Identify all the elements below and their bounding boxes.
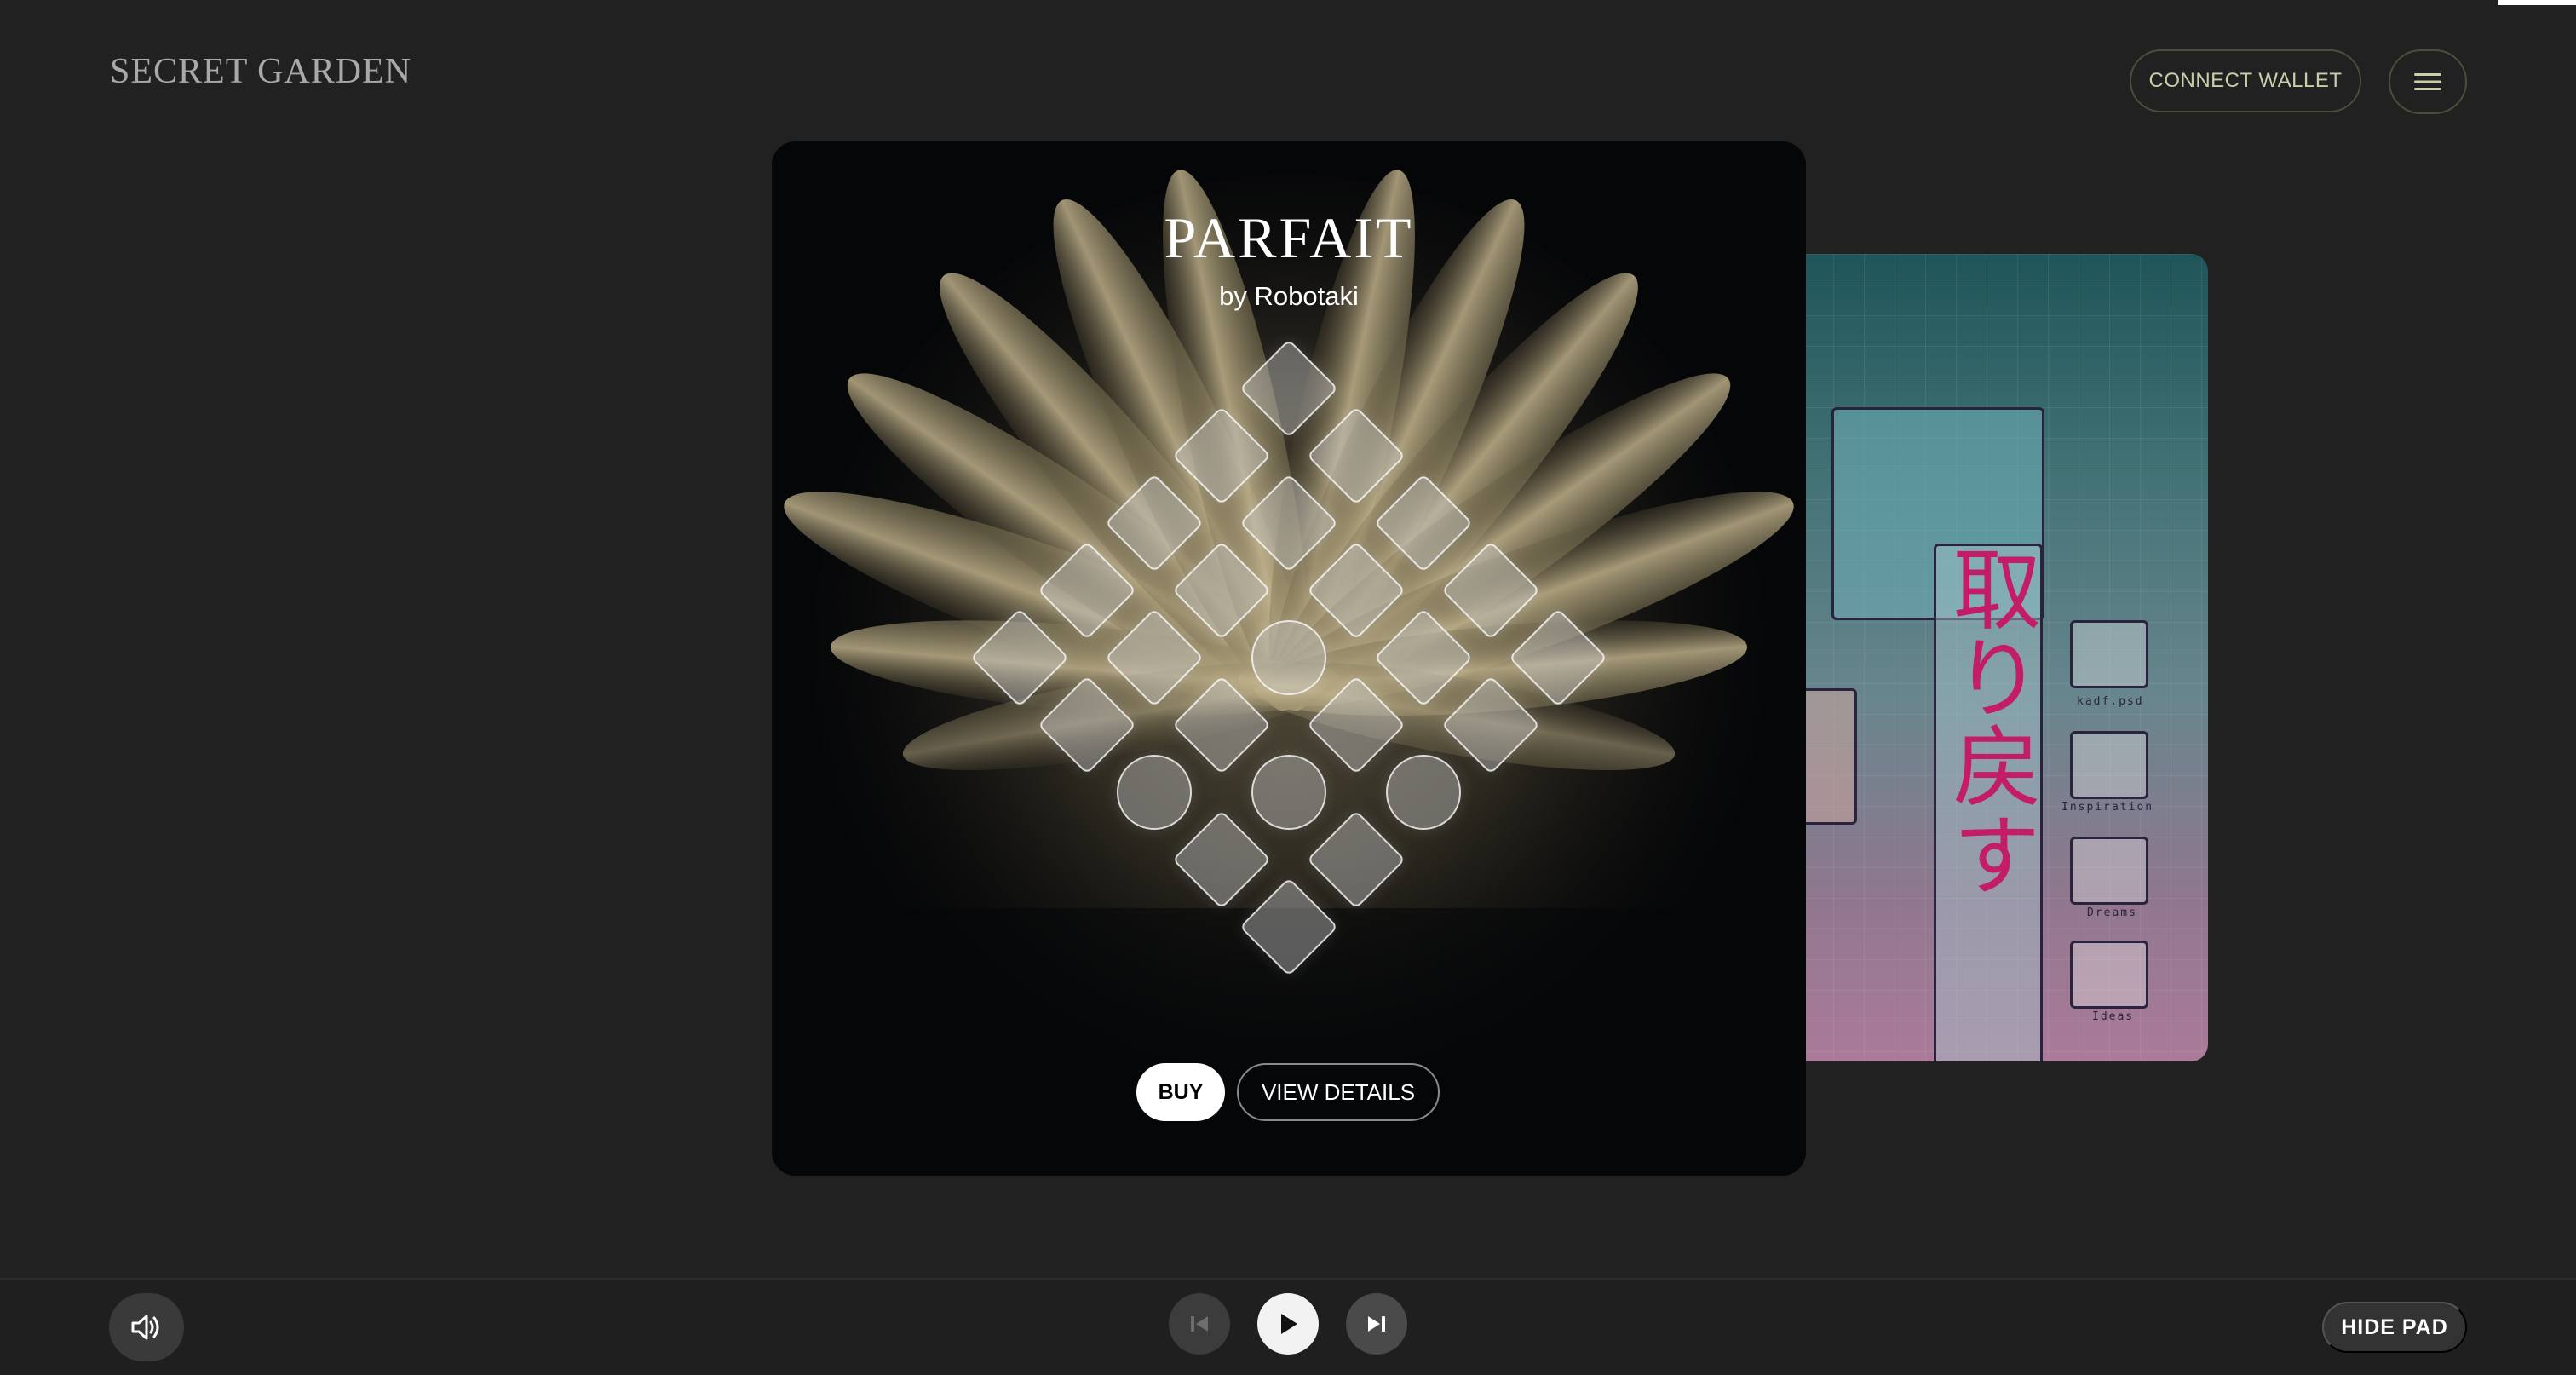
folder-icon xyxy=(2070,731,2148,799)
pad-key[interactable] xyxy=(1374,474,1473,572)
sound-pad xyxy=(772,141,1806,1176)
buy-button[interactable]: BUY xyxy=(1136,1063,1225,1121)
volume-icon xyxy=(131,1315,159,1340)
pad-key[interactable] xyxy=(1038,676,1136,774)
volume-button[interactable] xyxy=(109,1293,184,1361)
hamburger-menu-icon xyxy=(2414,73,2441,90)
pad-key[interactable] xyxy=(1239,339,1338,438)
pad-key[interactable] xyxy=(1172,676,1271,774)
top-edge-accent xyxy=(2498,0,2576,5)
file-label-dreams: Dreams xyxy=(2087,906,2137,919)
connect-wallet-button[interactable]: CONNECT WALLET xyxy=(2130,49,2361,112)
next-artwork-card[interactable]: 取り戻す kadf.psd Inspiration Dreams Ideas xyxy=(1772,254,2208,1061)
site-logo[interactable]: SECRET GARDEN xyxy=(110,51,411,92)
psd-file-icon xyxy=(2070,620,2148,688)
pad-key-circle[interactable] xyxy=(1117,755,1192,830)
featured-artwork-card: PARFAIT by Robotaki BUY VIEW DETAILS xyxy=(772,141,1806,1176)
play-icon xyxy=(1281,1314,1297,1334)
play-button[interactable] xyxy=(1257,1293,1319,1355)
file-label-ideas: Ideas xyxy=(2092,1010,2135,1023)
pad-key[interactable] xyxy=(1307,406,1406,505)
file-label-psd: kadf.psd xyxy=(2077,695,2144,708)
pad-key[interactable] xyxy=(1509,608,1607,707)
folder-icon xyxy=(2070,941,2148,1009)
hide-pad-button[interactable]: HIDE PAD xyxy=(2322,1302,2467,1353)
pad-key-circle[interactable] xyxy=(1386,755,1461,830)
pad-key[interactable] xyxy=(1307,541,1406,640)
folder-icon xyxy=(2070,837,2148,905)
pad-key[interactable] xyxy=(1172,810,1271,909)
file-label-inspiration: Inspiration xyxy=(2061,801,2154,814)
pad-key[interactable] xyxy=(1172,541,1271,640)
skip-next-icon xyxy=(1368,1316,1385,1332)
pad-key[interactable] xyxy=(1374,608,1473,707)
pad-key-circle[interactable] xyxy=(1251,755,1326,830)
pad-key[interactable] xyxy=(1038,541,1136,640)
pad-key[interactable] xyxy=(1105,608,1204,707)
pad-key[interactable] xyxy=(1441,676,1540,774)
pad-key[interactable] xyxy=(1172,406,1271,505)
pad-key[interactable] xyxy=(1105,474,1204,572)
pad-key[interactable] xyxy=(970,608,1069,707)
pad-key[interactable] xyxy=(1239,877,1338,976)
next-track-button[interactable] xyxy=(1346,1293,1407,1355)
pad-key-circle[interactable] xyxy=(1251,620,1326,695)
pad-key[interactable] xyxy=(1307,810,1406,909)
kanji-text: 取り戻す xyxy=(1937,544,2041,898)
pad-key[interactable] xyxy=(1441,541,1540,640)
menu-button[interactable] xyxy=(2389,49,2467,114)
pad-key[interactable] xyxy=(1239,474,1338,572)
skip-previous-icon xyxy=(1191,1316,1208,1332)
view-details-button[interactable]: VIEW DETAILS xyxy=(1237,1063,1440,1121)
previous-track-button[interactable] xyxy=(1169,1293,1230,1355)
pad-key[interactable] xyxy=(1307,676,1406,774)
